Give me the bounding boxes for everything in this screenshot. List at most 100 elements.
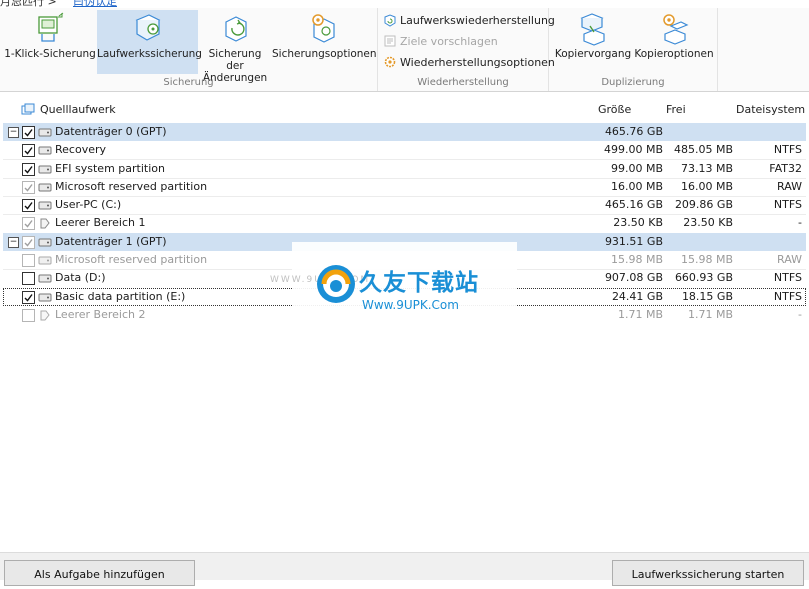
row-checkbox[interactable] [22, 181, 35, 194]
row-name: Leerer Bereich 2 [55, 308, 146, 321]
one-click-backup-label: 1-Klick-Sicherung [4, 48, 96, 60]
top-strip-link[interactable]: 曰伪认足 [73, 0, 117, 8]
add-as-task-button[interactable]: Als Aufgabe hinzufügen [4, 560, 195, 586]
row-size: 465.16 GB [604, 198, 663, 211]
copy-options-icon [663, 14, 689, 45]
check-icon [24, 239, 33, 247]
drive-restore-label: Laufwerkswiederherstellung [400, 14, 555, 27]
row-size: 907.08 GB [604, 271, 663, 284]
header-source-drive[interactable]: Quelllaufwerk [40, 99, 116, 121]
row-filesystem: - [798, 216, 802, 229]
row-filesystem: NTFS [773, 143, 802, 156]
row-size: 499.00 MB [603, 143, 663, 156]
suggest-targets-label: Ziele vorschlagen [400, 35, 498, 48]
table-row-disk-0[interactable]: − Datenträger 0 (GPT) 465.76 GB [3, 123, 806, 141]
row-checkbox[interactable] [22, 291, 35, 304]
row-checkbox[interactable] [22, 199, 35, 212]
unallocated-space-icon [40, 310, 50, 321]
row-size: 465.76 GB [604, 125, 663, 138]
drive-backup-label: Laufwerkssicherung [97, 48, 202, 60]
row-size: 23.50 KB [613, 216, 663, 229]
row-name: Microsoft reserved partition [55, 253, 208, 266]
incremental-backup-icon [225, 16, 247, 42]
row-filesystem: RAW [777, 180, 802, 193]
copy-operation-label: Kopiervorgang [554, 48, 632, 60]
row-checkbox[interactable] [22, 309, 35, 322]
partition-icon [38, 293, 52, 302]
check-icon [24, 294, 33, 302]
partition-icon [38, 256, 52, 265]
copy-options-button[interactable]: Kopieroptionen [634, 10, 714, 74]
row-free: 485.05 MB [673, 143, 733, 156]
row-filesystem: NTFS [773, 198, 802, 211]
suggest-targets-button[interactable]: Ziele vorschlagen [383, 32, 498, 52]
row-filesystem: NTFS [773, 271, 802, 284]
row-name: EFI system partition [55, 162, 165, 175]
incremental-backup-button[interactable]: Sicherung der Änderungen [199, 10, 271, 84]
table-row-recovery[interactable]: Recovery 499.00 MB 485.05 MB NTFS [3, 141, 806, 159]
hard-disk-icon [38, 238, 52, 247]
row-free: 18.15 GB [681, 290, 733, 303]
drive-backup-button[interactable]: Laufwerkssicherung [97, 10, 202, 74]
copy-options-label: Kopieroptionen [634, 48, 714, 60]
watermark-overlay: WWW.9UPK.COM 久友下载站 Www.9UPK.Com [270, 242, 517, 325]
row-free: 16.00 MB [680, 180, 733, 193]
table-header: Quelllaufwerk Größe Frei Dateisystem [3, 99, 806, 121]
row-free: 15.98 MB [680, 253, 733, 266]
check-icon [24, 220, 33, 228]
top-strip: 月忌匹行 > 曰伪认足 [0, 0, 809, 8]
watermark-logo-icon [317, 265, 355, 303]
drive-restore-button[interactable]: Laufwerkswiederherstellung [383, 11, 555, 31]
row-free: 209.86 GB [674, 198, 733, 211]
row-checkbox[interactable] [22, 126, 35, 139]
restore-options-button[interactable]: Wiederherstellungsoptionen [383, 53, 555, 73]
row-filesystem: - [798, 308, 802, 321]
table-row-msr-0[interactable]: Microsoft reserved partition 16.00 MB 16… [3, 178, 806, 196]
check-icon [24, 147, 33, 155]
table-row-user-pc[interactable]: User-PC (C:) 465.16 GB 209.86 GB NTFS [3, 196, 806, 214]
ribbon-group-duplizierung: Kopiervorgang Kopieroptionen Duplizierun… [549, 8, 718, 91]
row-size: 16.00 MB [610, 180, 663, 193]
table-row-efi[interactable]: EFI system partition 99.00 MB 73.13 MB F… [3, 160, 806, 178]
row-checkbox[interactable] [22, 236, 35, 249]
row-filesystem: RAW [777, 253, 802, 266]
row-name: Data (D:) [55, 271, 106, 284]
one-click-backup-button[interactable]: 1-Klick-Sicherung [4, 10, 96, 74]
partition-icon [38, 165, 52, 174]
table-row-unallocated-1[interactable]: Leerer Bereich 1 23.50 KB 23.50 KB - [3, 214, 806, 232]
unallocated-space-icon [40, 218, 50, 229]
start-drive-backup-button[interactable]: Laufwerkssicherung starten [612, 560, 804, 586]
group-label-duplizierung: Duplizierung [601, 77, 665, 88]
ribbon-toolbar: 1-Klick-Sicherung Laufwerkssicherung Sic… [0, 8, 809, 92]
row-checkbox[interactable] [22, 144, 35, 157]
row-name: User-PC (C:) [55, 198, 122, 211]
row-size: 99.00 MB [610, 162, 663, 175]
partition-icon [38, 274, 52, 283]
bottom-action-bar: Als Aufgabe hinzufügen Laufwerkssicherun… [0, 552, 809, 586]
row-checkbox[interactable] [22, 217, 35, 230]
copy-operation-button[interactable]: Kopiervorgang [553, 10, 633, 74]
group-label-sicherung: Sicherung [163, 77, 214, 88]
collapse-toggle[interactable]: − [8, 127, 19, 138]
backup-options-button[interactable]: Sicherungsoptionen [272, 10, 377, 74]
row-size: 15.98 MB [610, 253, 663, 266]
backup-options-label: Sicherungsoptionen [272, 48, 377, 60]
hard-disk-icon [38, 128, 52, 137]
drive-backup-icon [135, 14, 160, 41]
collapse-toggle[interactable]: − [8, 237, 19, 248]
check-icon [24, 166, 33, 174]
group-label-wiederherstellung: Wiederherstellung [417, 77, 509, 88]
row-name: Microsoft reserved partition [55, 180, 208, 193]
header-filesystem[interactable]: Dateisystem [736, 99, 805, 121]
suggest-targets-icon [384, 35, 396, 47]
row-size: 931.51 GB [604, 235, 663, 248]
header-free[interactable]: Frei [666, 99, 686, 121]
ribbon-group-wiederherstellung: Laufwerkswiederherstellung Ziele vorschl… [378, 8, 555, 91]
row-checkbox[interactable] [22, 272, 35, 285]
partition-icon [38, 201, 52, 210]
row-checkbox[interactable] [22, 254, 35, 267]
header-size[interactable]: Größe [598, 99, 631, 121]
row-checkbox[interactable] [22, 163, 35, 176]
row-free: 1.71 MB [687, 308, 733, 321]
watermark-url: Www.9UPK.Com [362, 298, 459, 312]
